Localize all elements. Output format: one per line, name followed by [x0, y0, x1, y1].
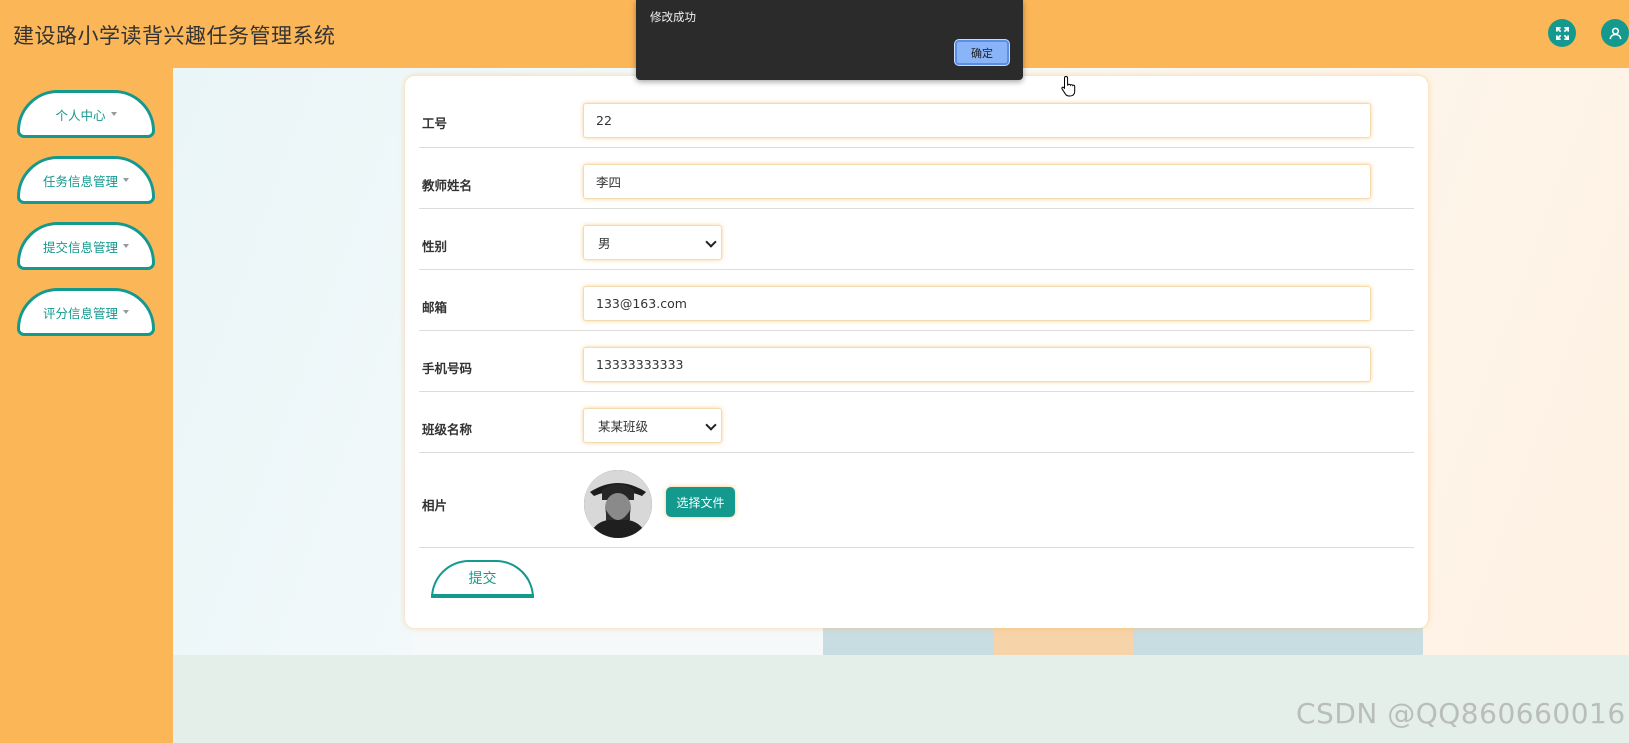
dialog-ok-button[interactable]: 确定 — [955, 40, 1009, 65]
chevron-down-icon — [705, 419, 717, 431]
alert-dialog: 修改成功 确定 — [636, 0, 1023, 80]
avatar[interactable] — [584, 470, 652, 538]
photo-thumbnail — [584, 470, 652, 538]
sidebar-item-label: 任务信息管理 — [42, 173, 118, 189]
fullscreen-button[interactable] — [1548, 19, 1576, 47]
sidebar-item-label: 提交信息管理 — [42, 239, 118, 255]
sidebar-item-task-info[interactable]: 任务信息管理 — [17, 156, 155, 204]
gender-select[interactable]: 男 — [583, 225, 722, 260]
hand-cursor-icon — [1061, 75, 1076, 97]
fullscreen-icon — [1555, 26, 1569, 40]
chevron-down-icon — [705, 236, 717, 248]
form-row-class-name: 班级名称 某某班级 — [419, 392, 1414, 453]
dialog-message: 修改成功 — [650, 10, 696, 24]
form-row-email: 邮箱 133@163.com — [419, 270, 1414, 331]
employee-id-input[interactable]: 22 — [583, 103, 1371, 138]
field-label: 手机号码 — [422, 361, 473, 376]
caret-down-icon — [110, 112, 117, 116]
form-row-teacher-name: 教师姓名 李四 — [419, 148, 1414, 209]
field-label: 邮箱 — [422, 300, 448, 315]
background-decoration — [413, 628, 823, 655]
caret-down-icon — [123, 178, 129, 182]
email-input[interactable]: 133@163.com — [583, 286, 1371, 321]
class-name-select-value: 某某班级 — [598, 419, 649, 434]
form-row-gender: 性别 男 — [419, 209, 1414, 270]
user-icon — [1609, 27, 1621, 39]
gender-select-value: 男 — [598, 236, 611, 251]
submit-button[interactable]: 提交 — [431, 560, 534, 598]
phone-input[interactable]: 13333333333 — [583, 347, 1371, 382]
sidebar: 个人中心 任务信息管理 提交信息管理 评分信息管理 — [0, 68, 173, 743]
caret-down-icon — [123, 310, 129, 314]
background-decoration — [993, 628, 1133, 655]
watermark: CSDN @QQ860660016 — [1296, 697, 1626, 730]
form-row-phone: 手机号码 13333333333 — [419, 331, 1414, 392]
caret-down-icon — [123, 244, 129, 248]
class-name-select[interactable]: 某某班级 — [583, 408, 722, 443]
sidebar-item-label: 评分信息管理 — [42, 305, 118, 321]
field-label: 教师姓名 — [422, 178, 473, 193]
app-title: 建设路小学读背兴趣任务管理系统 — [13, 24, 336, 48]
form-row-photo: 相片 选择文件 — [419, 453, 1414, 548]
field-label: 性别 — [422, 239, 448, 254]
choose-file-button[interactable]: 选择文件 — [666, 487, 735, 517]
sidebar-item-label: 个人中心 — [55, 107, 106, 123]
field-label: 班级名称 — [422, 422, 473, 437]
user-button[interactable] — [1601, 19, 1629, 47]
form-row-employee-id: 工号 22 — [419, 76, 1414, 148]
field-label: 相片 — [422, 498, 448, 513]
sidebar-item-score-info[interactable]: 评分信息管理 — [17, 288, 155, 336]
teacher-name-input[interactable]: 李四 — [583, 164, 1371, 199]
profile-form-card: 工号 22 教师姓名 李四 性别 男 邮箱 133@163.com 手机号码 1… — [405, 76, 1428, 628]
field-label: 工号 — [422, 116, 448, 131]
sidebar-item-personal-center[interactable]: 个人中心 — [17, 90, 155, 138]
sidebar-item-submission-info[interactable]: 提交信息管理 — [17, 222, 155, 270]
